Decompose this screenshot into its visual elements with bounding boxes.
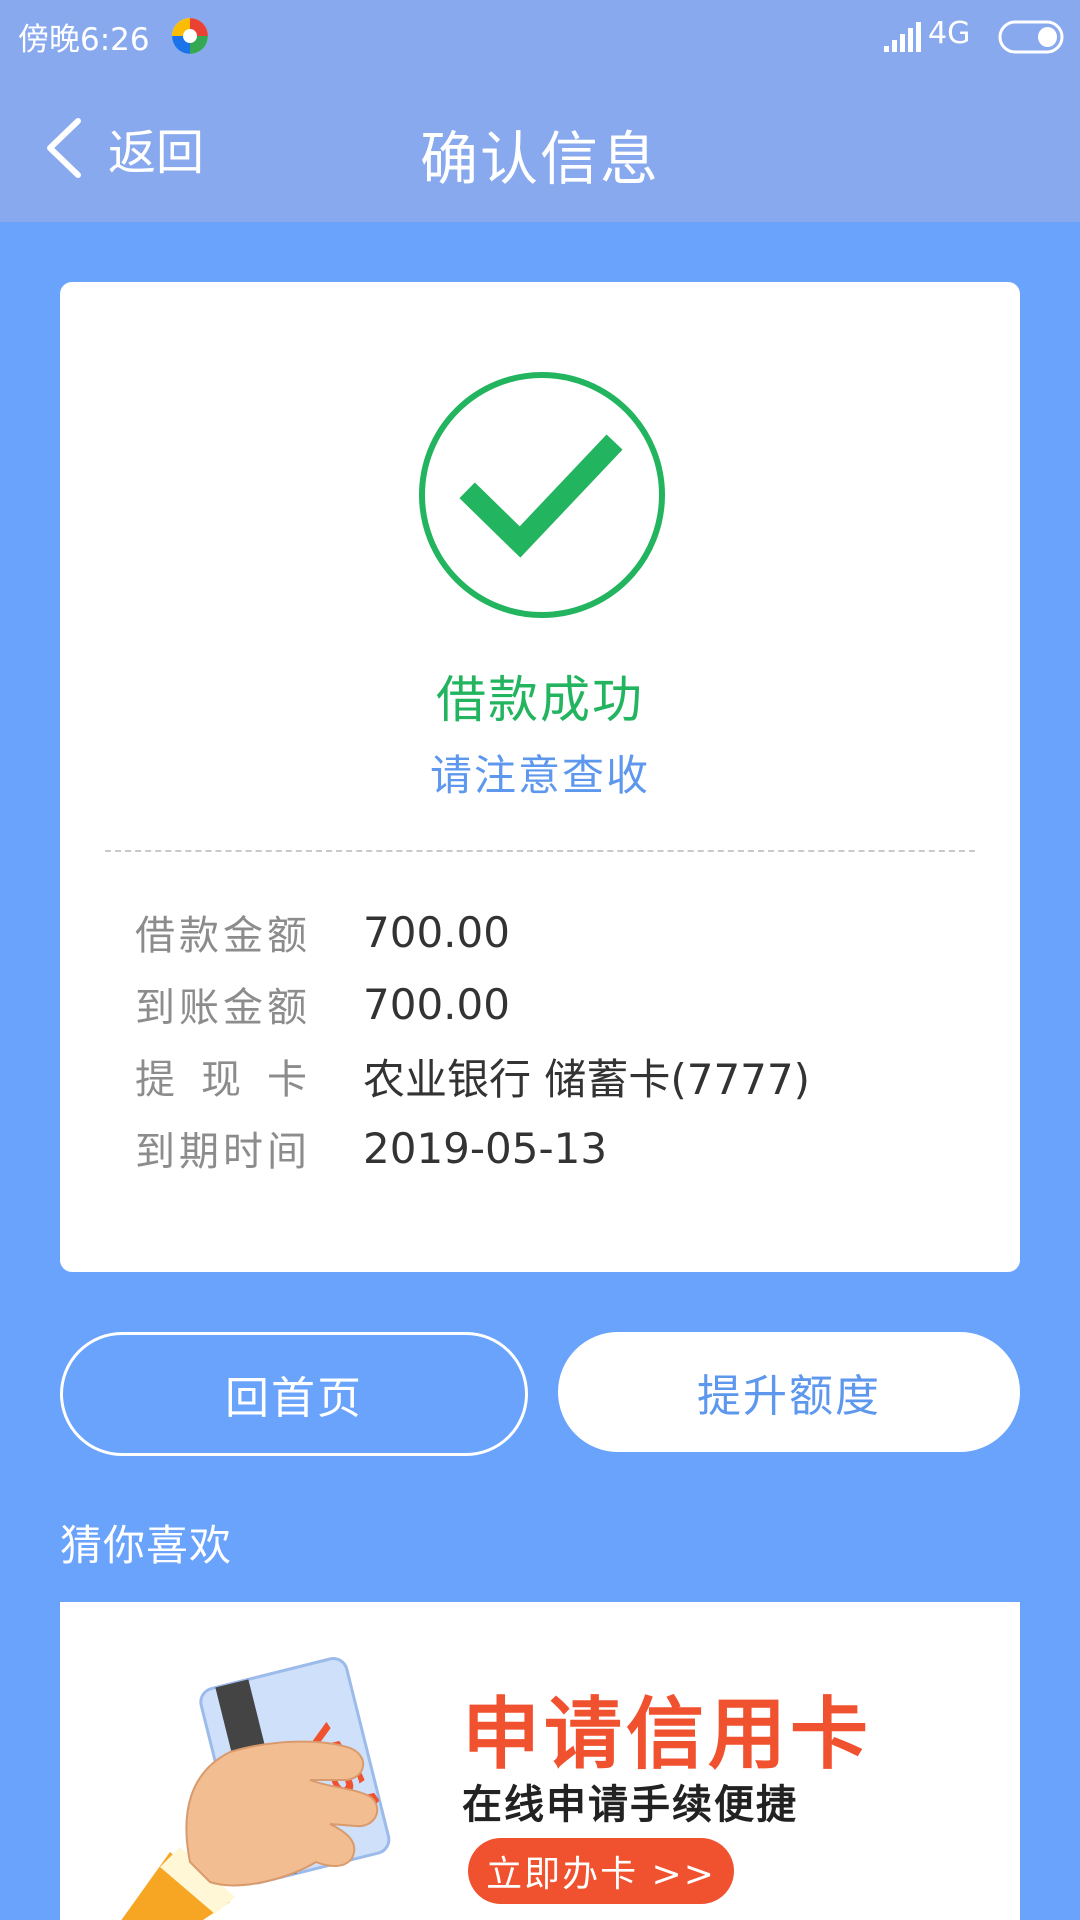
success-check-icon <box>419 372 665 618</box>
detail-value: 2019-05-13 <box>363 1123 608 1173</box>
hand-holding-card-icon: VISA <box>121 1657 391 1920</box>
network-type: 4G <box>928 16 971 51</box>
recommend-section-title: 猜你喜欢 <box>60 1521 233 1570</box>
result-title: 借款成功 <box>436 671 644 729</box>
detail-row-due-date: 到期时间 2019-05-13 <box>135 1118 607 1178</box>
divider <box>105 850 975 852</box>
detail-value: 700.00 <box>363 907 510 957</box>
detail-label: 提现卡 <box>135 1057 307 1103</box>
apply-card-button[interactable]: 立即办卡 >> <box>468 1838 734 1904</box>
app-notification-icon <box>172 18 208 54</box>
detail-row-withdraw-card: 提现卡 农业银行 储蓄卡(7777) <box>135 1046 810 1106</box>
page-title: 确认信息 <box>419 125 660 193</box>
result-card: 借款成功 请注意查收 借款金额 700.00 到账金额 700.00 提现卡 农… <box>60 282 1020 1272</box>
status-bar: 傍晚6:26 4G <box>0 0 1080 74</box>
status-time: 傍晚6:26 <box>18 22 150 58</box>
detail-label: 借款金额 <box>135 913 307 959</box>
battery-icon <box>998 20 1064 54</box>
detail-row-received-amount: 到账金额 700.00 <box>135 974 510 1034</box>
detail-value: 农业银行 储蓄卡(7777) <box>363 1054 811 1104</box>
detail-label: 到账金额 <box>135 985 307 1031</box>
banner-title: 申请信用卡 <box>462 1690 873 1780</box>
navigation-bar: 返回 确认信息 <box>0 74 1080 222</box>
home-button[interactable]: 回首页 <box>60 1332 528 1456</box>
credit-card-banner[interactable]: VISA 申请信用卡 在线申请手续便捷 立即办卡 >> <box>60 1602 1020 1920</box>
banner-subtitle: 在线申请手续便捷 <box>462 1782 798 1828</box>
detail-label: 到期时间 <box>135 1129 307 1175</box>
signal-icon <box>884 22 921 52</box>
detail-value: 700.00 <box>363 979 510 1029</box>
raise-limit-button[interactable]: 提升额度 <box>558 1332 1020 1452</box>
detail-row-loan-amount: 借款金额 700.00 <box>135 902 510 962</box>
result-subtitle: 请注意查收 <box>429 751 650 800</box>
